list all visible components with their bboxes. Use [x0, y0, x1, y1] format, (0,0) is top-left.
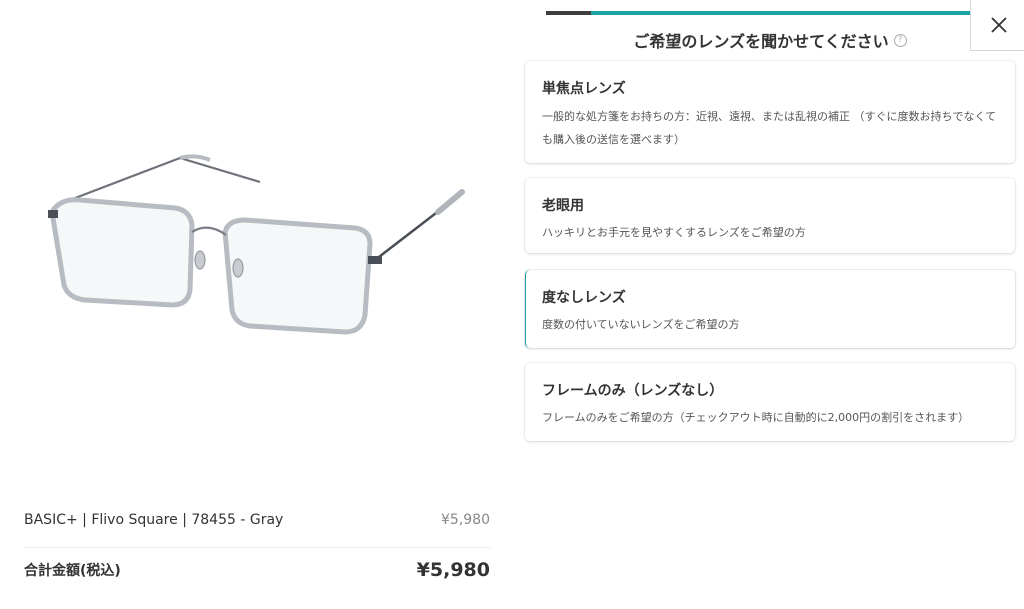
- product-panel: BASIC+ | Flivo Square | 78455 - Gray ¥5,…: [0, 0, 512, 609]
- summary-divider: [24, 547, 490, 548]
- total-label: 合計金額(税込): [24, 563, 121, 579]
- lens-option-description: フレームのみをご希望の方（チェックアウト時に自動的に2,000円の割引をされます…: [542, 411, 970, 424]
- wizard-heading-text: ご希望のレンズを聞かせてください: [633, 32, 889, 51]
- lens-option-reading[interactable]: 老眼用 ハッキリとお手元を見やすくするレンズをご希望の方: [525, 178, 1015, 253]
- lens-option-title: 老眼用: [542, 198, 584, 214]
- lens-option-description: ハッキリとお手元を見やすくするレンズをご希望の方: [542, 226, 806, 239]
- lens-option-description: 度数の付いていないレンズをご希望の方: [542, 318, 740, 331]
- wizard-heading: ご希望のレンズを聞かせてください ?: [520, 28, 1020, 52]
- lens-option-title: フレームのみ（レンズなし）: [542, 383, 724, 399]
- lens-option-title: 度なしレンズ: [542, 290, 626, 306]
- product-name: BASIC+ | Flivo Square | 78455 - Gray: [24, 512, 284, 528]
- lens-option-title: 単焦点レンズ: [542, 81, 626, 97]
- wizard-progress-bar: [546, 11, 972, 15]
- glasses-product-image: [48, 154, 465, 335]
- lens-option-frame-only[interactable]: フレームのみ（レンズなし） フレームのみをご希望の方（チェックアウト時に自動的に…: [525, 363, 1015, 441]
- lens-option-non-prescription[interactable]: 度なしレンズ 度数の付いていないレンズをご希望の方: [525, 270, 1015, 348]
- product-price: ¥5,980: [441, 512, 490, 528]
- total-value: ¥5,980: [416, 559, 490, 581]
- lens-option-description: 一般的な処方箋をお持ちの方：近視、遠視、または乱視の補正 （すぐに度数お持ちでな…: [542, 110, 997, 146]
- order-total: 合計金額(税込) ¥5,980: [24, 557, 490, 583]
- wizard-progress-fill: [546, 11, 591, 15]
- question-circle-icon[interactable]: ?: [893, 33, 907, 47]
- cart-line-item: BASIC+ | Flivo Square | 78455 - Gray ¥5,…: [24, 509, 490, 531]
- lens-option-single-vision[interactable]: 単焦点レンズ 一般的な処方箋をお持ちの方：近視、遠視、または乱視の補正 （すぐに…: [525, 61, 1015, 163]
